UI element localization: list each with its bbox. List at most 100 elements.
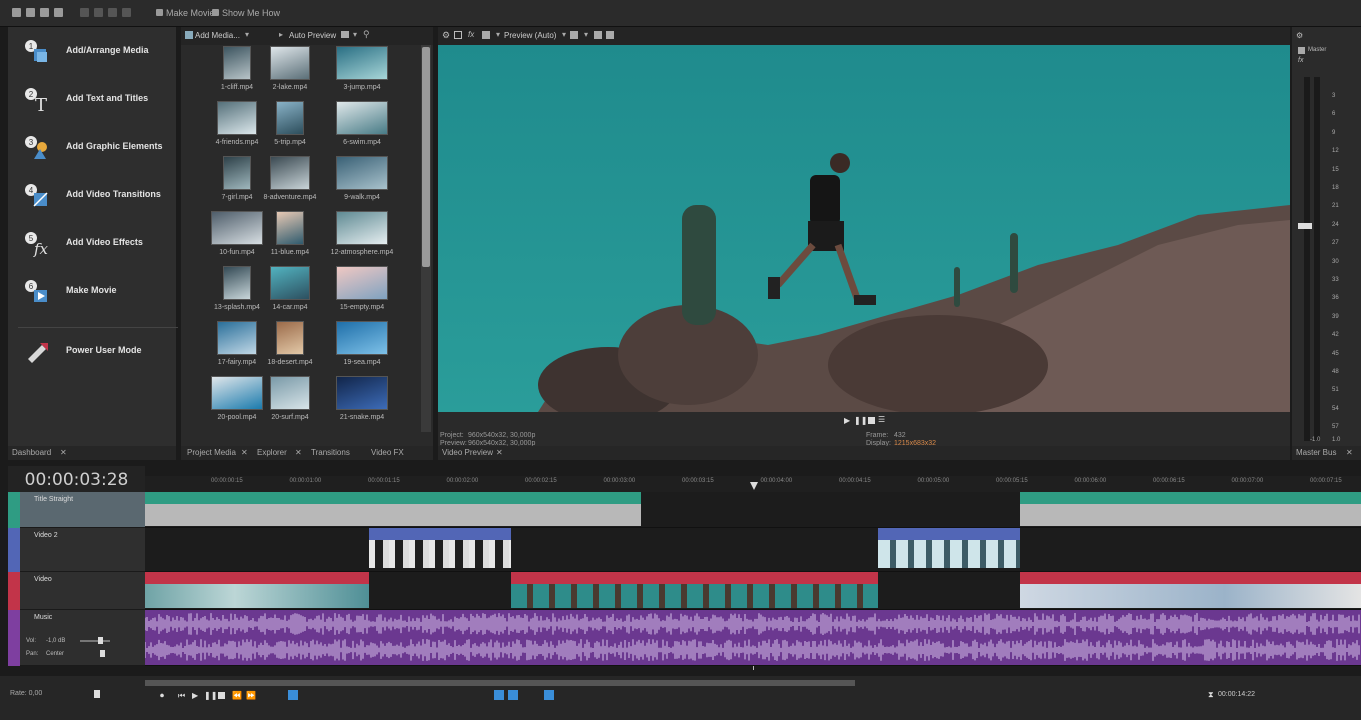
fx-icon[interactable]: fx xyxy=(1298,57,1303,64)
preview-quality-select[interactable]: Preview (Auto) xyxy=(504,31,556,40)
settings-icon[interactable]: ⚙ xyxy=(1296,31,1303,40)
tab-transitions[interactable]: Transitions xyxy=(311,448,350,457)
menu-icon[interactable]: ☰ xyxy=(878,415,885,424)
timeline-scrollbar[interactable] xyxy=(145,680,855,686)
media-thumbnail[interactable] xyxy=(270,266,310,300)
video-clip[interactable] xyxy=(369,528,511,568)
fx-icon[interactable]: fx xyxy=(468,30,474,39)
play-icon[interactable]: ▶ xyxy=(844,416,850,425)
tab-project-media[interactable]: Project Media xyxy=(187,448,236,457)
chevron-down-icon[interactable]: ▾ xyxy=(562,30,566,39)
cut-icon[interactable] xyxy=(80,8,89,17)
snapping-icon[interactable] xyxy=(494,690,504,700)
media-thumbnail[interactable] xyxy=(336,101,388,135)
track-header-music[interactable]: Music Vol: -1,0 dB Pan: Center xyxy=(8,610,145,666)
auto-preview-toggle[interactable]: Auto Preview xyxy=(289,31,336,40)
close-icon[interactable]: ✕ xyxy=(295,448,302,457)
media-thumbnail[interactable] xyxy=(223,46,251,80)
media-thumbnail[interactable] xyxy=(223,266,251,300)
dashboard-item-graphic-elements[interactable]: 3 Add Graphic Elements xyxy=(16,131,176,165)
video-clip[interactable] xyxy=(878,528,1020,568)
pause-icon[interactable]: ❚❚ xyxy=(204,691,217,700)
media-thumbnail[interactable] xyxy=(336,211,388,245)
external-monitor-icon[interactable] xyxy=(454,31,462,39)
media-thumbnail[interactable] xyxy=(217,321,257,355)
play-preview-icon[interactable]: ▸ xyxy=(279,30,283,39)
video-clip[interactable] xyxy=(145,572,369,608)
copy-icon[interactable] xyxy=(94,8,103,17)
settings-icon[interactable]: ⚙ xyxy=(442,30,450,41)
tab-explorer[interactable]: Explorer xyxy=(257,448,287,457)
next-frame-icon[interactable]: ⏩ xyxy=(246,691,256,700)
track-header-title[interactable]: Title Straight xyxy=(8,492,145,528)
audio-waveform[interactable] xyxy=(144,610,1361,666)
scrollbar-thumb[interactable] xyxy=(422,47,430,267)
volume-slider[interactable] xyxy=(80,640,110,642)
play-icon[interactable]: ▶ xyxy=(192,691,198,700)
media-thumbnail[interactable] xyxy=(217,101,257,135)
make-movie-button[interactable]: Make Movie xyxy=(166,8,215,18)
copy-snapshot-icon[interactable] xyxy=(594,31,602,39)
volume-slider-handle[interactable] xyxy=(98,637,103,644)
media-thumbnail[interactable] xyxy=(336,266,388,300)
dashboard-item-arrange-media[interactable]: 1 Add/Arrange Media xyxy=(16,35,176,69)
media-thumbnail[interactable] xyxy=(223,156,251,190)
tab-video-fx[interactable]: Video FX xyxy=(371,448,404,457)
media-thumbnail[interactable] xyxy=(276,211,304,245)
pause-icon[interactable]: ❚❚ xyxy=(854,416,867,425)
media-thumbnail[interactable] xyxy=(211,376,263,410)
split-screen-icon[interactable] xyxy=(482,31,490,39)
pan-slider-handle[interactable] xyxy=(100,650,105,657)
title-clip[interactable] xyxy=(145,492,641,526)
track-header-video[interactable]: Video xyxy=(8,572,145,610)
dashboard-item-make-movie[interactable]: 6 Make Movie xyxy=(16,275,176,309)
master-fader-handle[interactable] xyxy=(1298,223,1312,229)
view-icon[interactable] xyxy=(341,31,349,38)
rate-slider-handle[interactable] xyxy=(94,690,100,698)
chevron-down-icon[interactable]: ▾ xyxy=(245,30,249,39)
undo-icon[interactable] xyxy=(108,8,117,17)
chevron-down-icon[interactable]: ▾ xyxy=(584,30,588,39)
chevron-down-icon[interactable]: ▾ xyxy=(353,30,357,39)
media-thumbnail[interactable] xyxy=(276,321,304,355)
normal-edit-tool-icon[interactable] xyxy=(288,690,298,700)
save-icon[interactable] xyxy=(40,8,49,17)
play-from-start-icon[interactable]: ⏮ xyxy=(178,691,185,701)
search-icon[interactable]: ⚲ xyxy=(363,29,370,40)
media-thumbnail[interactable] xyxy=(270,376,310,410)
media-scrollbar[interactable] xyxy=(421,45,431,432)
tab-video-preview[interactable]: Video Preview xyxy=(442,448,493,457)
settings-icon[interactable] xyxy=(54,8,63,17)
save-snapshot-icon[interactable] xyxy=(606,31,614,39)
media-thumbnail[interactable] xyxy=(336,46,388,80)
video-clip[interactable] xyxy=(1020,572,1361,608)
title-clip[interactable] xyxy=(1020,492,1361,526)
media-thumbnail[interactable] xyxy=(211,211,263,245)
chevron-down-icon[interactable]: ▾ xyxy=(496,30,500,39)
media-thumbnail[interactable] xyxy=(276,101,304,135)
dashboard-item-video-transitions[interactable]: 4 Add Video Transitions xyxy=(16,179,176,213)
power-user-mode-button[interactable]: Power User Mode xyxy=(16,335,176,369)
auto-ripple-icon[interactable] xyxy=(508,690,518,700)
video-clip[interactable] xyxy=(511,572,878,608)
dashboard-item-video-effects[interactable]: 5 fx Add Video Effects xyxy=(16,227,176,261)
media-thumbnail[interactable] xyxy=(270,46,310,80)
track-header-video-2[interactable]: Video 2 xyxy=(8,528,145,572)
previous-frame-icon[interactable]: ⏪ xyxy=(232,691,242,700)
stop-icon[interactable] xyxy=(218,692,225,699)
media-thumbnail[interactable] xyxy=(336,321,388,355)
close-icon[interactable]: ✕ xyxy=(1346,448,1353,457)
show-me-how-button[interactable]: Show Me How xyxy=(222,8,280,18)
lock-envelopes-icon[interactable] xyxy=(544,690,554,700)
redo-icon[interactable] xyxy=(122,8,131,17)
close-icon[interactable]: ✕ xyxy=(241,448,248,457)
close-icon[interactable]: ✕ xyxy=(60,448,67,457)
dashboard-item-text-titles[interactable]: 2 T Add Text and Titles xyxy=(16,83,176,117)
tab-master-bus[interactable]: Master Bus xyxy=(1296,448,1336,457)
media-thumbnail[interactable] xyxy=(270,156,310,190)
open-file-icon[interactable] xyxy=(26,8,35,17)
add-media-button[interactable]: Add Media... xyxy=(195,31,240,40)
record-icon[interactable]: ⏺ xyxy=(160,691,164,701)
close-icon[interactable]: ✕ xyxy=(496,448,503,457)
media-thumbnail[interactable] xyxy=(336,376,388,410)
